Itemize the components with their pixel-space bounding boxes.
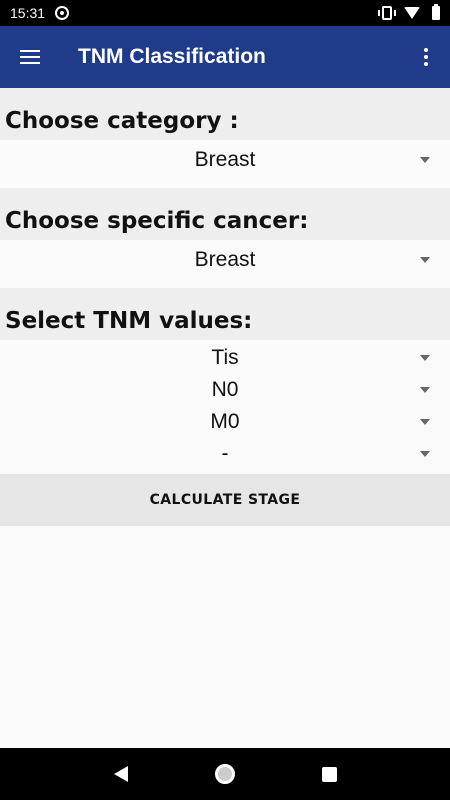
app-title: TNM Classification xyxy=(78,45,266,68)
m-value-dropdown[interactable]: M0 xyxy=(0,406,450,438)
back-icon[interactable] xyxy=(113,766,128,782)
category-label: Choose category : xyxy=(0,88,450,140)
status-time: 15:31 xyxy=(10,5,46,21)
dropdown-arrow-icon xyxy=(420,451,430,457)
app-bar: TNM Classification xyxy=(0,26,450,88)
n-value-dropdown[interactable]: N0 xyxy=(0,374,450,406)
dropdown-arrow-icon xyxy=(420,157,430,163)
dropdown-arrow-icon xyxy=(420,387,430,393)
dropdown-arrow-icon xyxy=(420,257,430,263)
battery-icon xyxy=(432,4,440,20)
wifi-icon xyxy=(404,7,420,19)
navigation-bar xyxy=(0,748,450,800)
n-value: N0 xyxy=(211,378,239,401)
cancer-dropdown[interactable]: Breast xyxy=(0,240,450,280)
cancer-label: Choose specific cancer: xyxy=(0,188,450,240)
dropdown-arrow-icon xyxy=(420,419,430,425)
home-icon[interactable] xyxy=(214,764,235,784)
sync-status-icon xyxy=(55,6,70,20)
t-value: Tis xyxy=(211,346,239,369)
dropdown-arrow-icon xyxy=(420,355,430,361)
extra-value-dropdown[interactable]: - xyxy=(0,438,450,470)
recent-apps-icon[interactable] xyxy=(321,766,337,782)
status-bar: 15:31 xyxy=(0,0,450,26)
overflow-menu-icon[interactable] xyxy=(402,26,450,88)
cancer-value: Breast xyxy=(194,248,256,271)
vibrate-icon xyxy=(378,6,396,20)
menu-icon[interactable] xyxy=(0,26,60,88)
calculate-stage-button[interactable]: CALCULATE STAGE xyxy=(0,474,450,526)
status-icons xyxy=(378,4,440,20)
tnm-label: Select TNM values: xyxy=(0,288,450,340)
category-value: Breast xyxy=(194,148,256,171)
t-value-dropdown[interactable]: Tis xyxy=(0,342,450,374)
m-value: M0 xyxy=(210,410,240,433)
extra-value: - xyxy=(221,442,229,465)
category-dropdown[interactable]: Breast xyxy=(0,140,450,180)
main-content: Choose category : Breast Choose specific… xyxy=(0,88,450,526)
